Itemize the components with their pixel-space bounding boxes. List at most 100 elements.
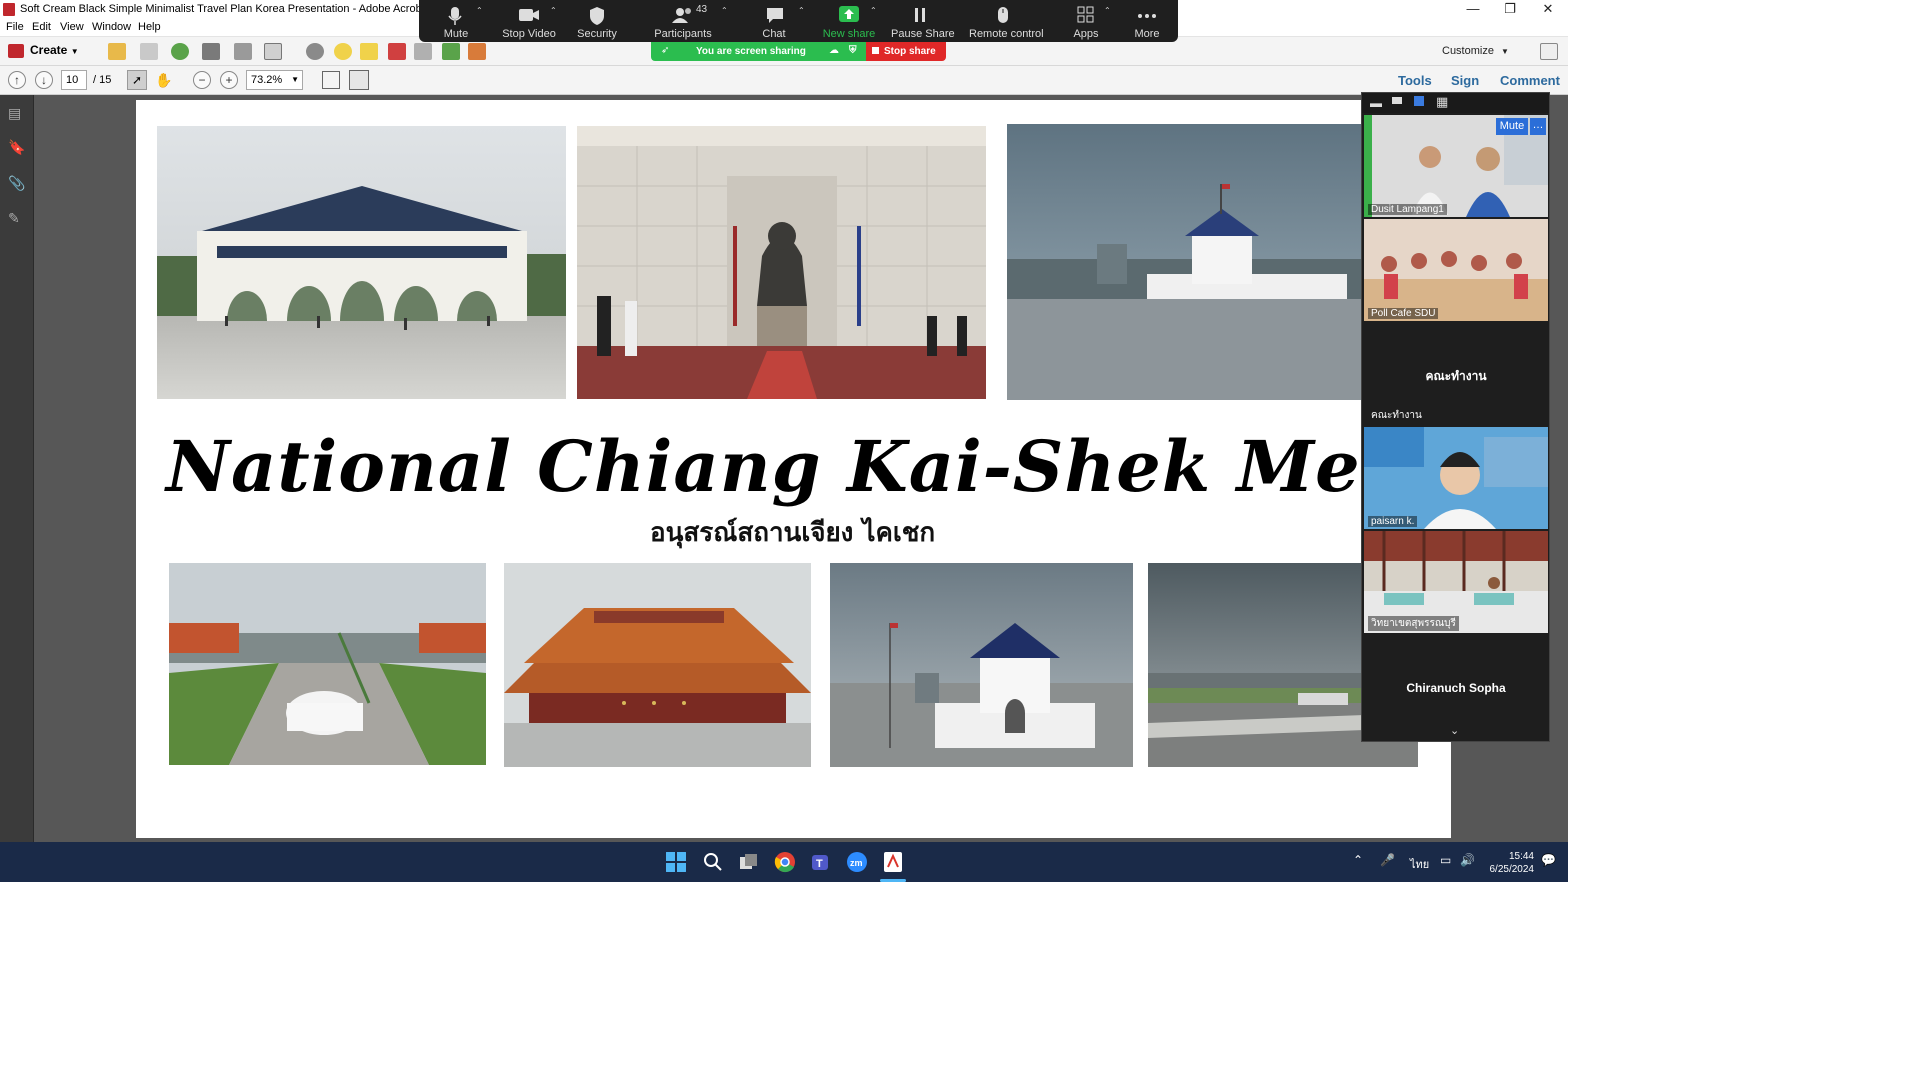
save-icon[interactable] — [140, 43, 158, 60]
navigation-toolbar: ↑ ↓ 10 / 15 ➚ ✋ − + 73.2% ▼ Tools Sign C… — [0, 66, 1568, 95]
notification-icon[interactable]: 💬 — [1541, 853, 1556, 867]
previous-page-icon[interactable]: ↑ — [8, 71, 26, 89]
screen-sharing-text: You are screen sharing — [696, 46, 806, 57]
menu-edit[interactable]: Edit — [32, 21, 51, 33]
participant-tile[interactable]: Poll Cafe SDU — [1364, 219, 1548, 321]
chevron-up-icon[interactable]: ⌃ — [798, 6, 805, 15]
minimize-icon[interactable]: — — [1458, 1, 1488, 16]
insert-page-icon[interactable] — [442, 43, 460, 60]
network-icon[interactable]: ▭ — [1440, 853, 1451, 867]
clock-date: 6/25/2024 — [1489, 864, 1535, 875]
search-icon[interactable] — [702, 851, 724, 873]
form-icon[interactable] — [468, 43, 486, 60]
svg-text:zm: zm — [850, 858, 863, 868]
expand-icon[interactable] — [1540, 43, 1558, 60]
open-folder-icon[interactable] — [108, 43, 126, 60]
teams-icon[interactable]: T — [810, 851, 832, 873]
hand-tool-icon[interactable]: ✋ — [155, 72, 172, 89]
menu-help[interactable]: Help — [138, 21, 161, 33]
delete-page-icon[interactable] — [388, 43, 406, 60]
task-view-icon[interactable] — [738, 851, 760, 873]
language-indicator[interactable]: ไทย — [1410, 855, 1429, 873]
stop-video-label: Stop Video — [502, 28, 556, 40]
volume-icon[interactable]: 🔊 — [1460, 853, 1475, 867]
participant-display-name: คณะทำงาน — [1425, 369, 1487, 383]
page-thumbnails-icon[interactable]: ▤ — [8, 105, 24, 121]
speaker-view-icon[interactable] — [1392, 97, 1402, 104]
chevron-up-icon[interactable]: ⌃ — [1353, 853, 1363, 867]
sign-link[interactable]: Sign — [1451, 73, 1479, 88]
acrobat-taskbar-icon[interactable] — [882, 851, 904, 873]
page-stamp-icon[interactable] — [414, 43, 432, 60]
menu-window[interactable]: Window — [92, 21, 131, 33]
participant-tile[interactable]: วิทยาเขตสุพรรณบุรี — [1364, 531, 1548, 633]
fit-page-icon[interactable] — [322, 71, 340, 89]
page-total: / 15 — [93, 74, 112, 86]
attachments-icon[interactable]: 📎 — [8, 175, 25, 191]
microphone-icon[interactable]: 🎤 — [1380, 853, 1395, 867]
page-number-input[interactable]: 10 — [61, 70, 87, 90]
menu-file[interactable]: File — [6, 21, 24, 33]
chat-label: Chat — [762, 28, 786, 40]
chevron-up-icon[interactable]: ⌃ — [870, 6, 877, 15]
create-button[interactable]: Create ▼ — [8, 43, 79, 58]
participant-name: Dusit Lampang1 — [1368, 204, 1447, 215]
mute-participant-label: Mute — [1499, 120, 1525, 132]
mute-participant-button[interactable]: Mute — [1496, 118, 1528, 135]
participant-video — [1364, 427, 1548, 529]
chevron-up-icon[interactable]: ⌃ — [476, 6, 483, 15]
signatures-icon[interactable]: ✎ — [8, 210, 24, 226]
next-page-icon[interactable]: ↓ — [35, 71, 53, 89]
zoom-out-icon[interactable]: − — [193, 71, 211, 89]
gear-icon[interactable] — [306, 43, 324, 60]
maximize-icon[interactable]: ❐ — [1495, 1, 1525, 17]
minimize-panel-icon[interactable]: ▬ — [1370, 96, 1382, 110]
chevron-up-icon[interactable]: ⌃ — [721, 6, 728, 15]
customize-dropdown[interactable]: Customize ▼ — [1442, 45, 1509, 57]
shield-icon — [590, 7, 604, 25]
menu-view[interactable]: View — [60, 21, 84, 33]
strip-view-icon[interactable] — [1414, 96, 1424, 106]
participant-name: คณะทำงาน — [1371, 410, 1422, 421]
zoom-level-value: 73.2% — [251, 74, 283, 86]
comment-bubble-icon[interactable] — [334, 43, 352, 60]
windows-start-icon[interactable] — [665, 851, 687, 873]
chat-bubble-icon — [767, 8, 783, 23]
bookmarks-icon[interactable]: 🔖 — [8, 139, 25, 155]
photo-memorial-gate — [157, 126, 566, 399]
more-dots-icon[interactable]: … — [1530, 118, 1546, 135]
upload-cloud-icon[interactable] — [171, 43, 189, 60]
shield-check-icon: ⛨ — [849, 45, 857, 56]
highlight-icon[interactable] — [360, 43, 378, 60]
microphone-icon — [448, 7, 462, 25]
participant-tile[interactable]: คณะทำงาน คณะทำงาน — [1364, 323, 1548, 425]
remote-control-label: Remote control — [969, 28, 1044, 40]
print-icon[interactable] — [202, 43, 220, 60]
participant-tile[interactable]: Mute … Dusit Lampang1 — [1364, 115, 1548, 217]
participant-tile[interactable]: paisarn k. — [1364, 427, 1548, 529]
taskbar-clock[interactable]: 15:44 6/25/2024 — [1484, 850, 1535, 876]
select-tool-icon[interactable]: ➚ — [127, 70, 147, 90]
svg-text:T: T — [816, 858, 823, 870]
full-screen-icon[interactable] — [349, 70, 369, 90]
chevron-up-icon[interactable]: ⌃ — [1104, 6, 1111, 15]
zoom-level-select[interactable]: 73.2% ▼ — [246, 70, 303, 90]
zoom-in-icon[interactable]: + — [220, 71, 238, 89]
email-icon[interactable] — [264, 43, 282, 60]
new-share-label: New share — [822, 28, 876, 40]
chrome-icon[interactable] — [774, 851, 796, 873]
chevron-down-icon: ▼ — [1501, 47, 1509, 56]
create-icon — [8, 43, 24, 58]
chevron-down-icon: ▼ — [70, 47, 79, 56]
cloud-icon: ☁ — [829, 45, 839, 56]
gallery-view-icon[interactable]: ▦ — [1436, 94, 1448, 110]
zoom-app-icon[interactable]: zm — [846, 851, 868, 873]
edit-document-icon[interactable] — [234, 43, 252, 60]
close-icon[interactable]: ✕ — [1533, 1, 1563, 17]
tools-link[interactable]: Tools — [1398, 73, 1432, 88]
photo-national-theater — [504, 563, 811, 767]
chevron-up-icon[interactable]: ⌃ — [550, 6, 557, 15]
stop-share-button[interactable]: Stop share — [866, 42, 946, 61]
comment-link[interactable]: Comment — [1500, 73, 1560, 88]
chevron-down-icon[interactable]: ⌄ — [1450, 724, 1459, 737]
